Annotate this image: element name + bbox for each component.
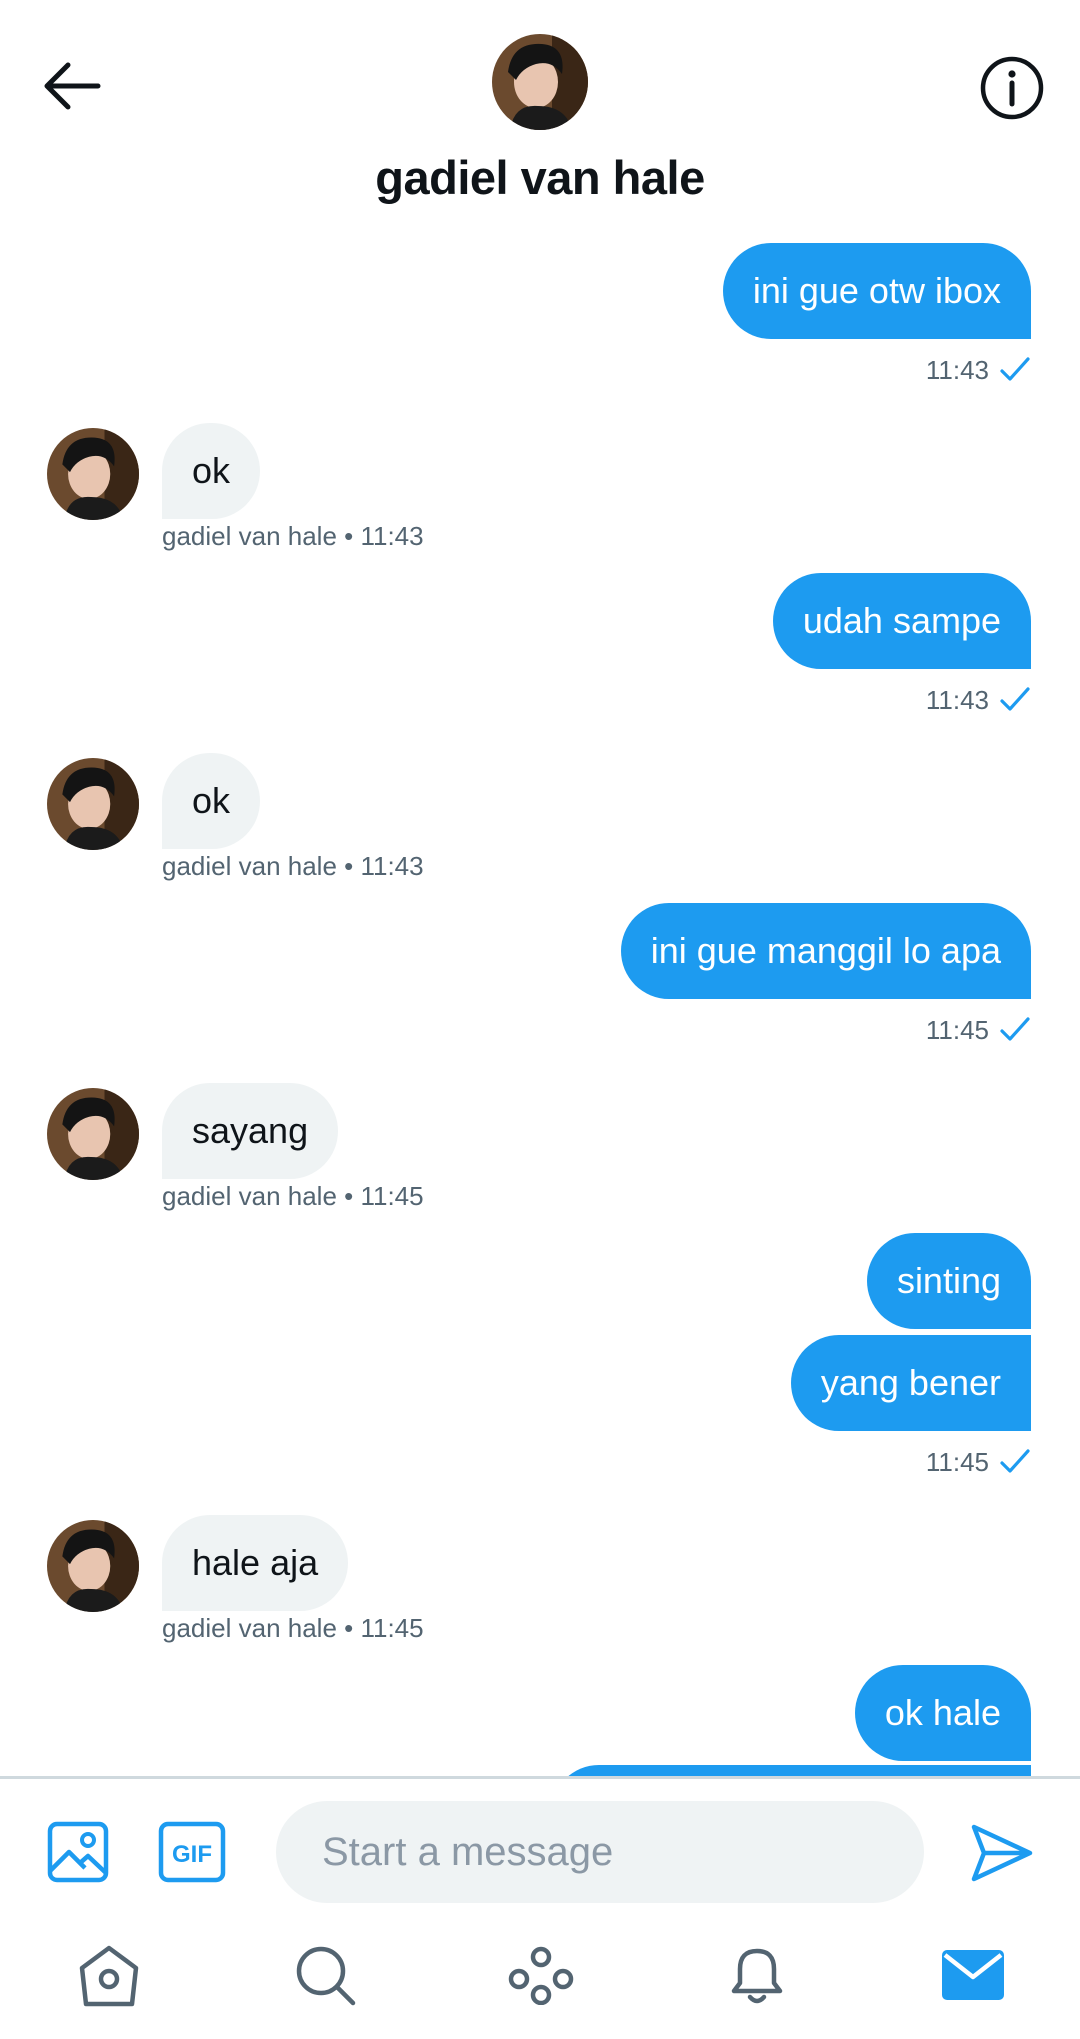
avatar-image [47, 758, 139, 850]
message-bubble-incoming[interactable]: ok [162, 753, 261, 849]
message-composer: GIF [0, 1776, 1080, 1910]
nav-messages[interactable] [928, 1930, 1018, 2020]
nav-home[interactable] [64, 1930, 154, 2020]
nav-notifications[interactable] [712, 1930, 802, 2020]
gif-icon: GIF [158, 1821, 226, 1883]
info-icon [980, 56, 1044, 120]
check-icon [1000, 357, 1030, 381]
media-button[interactable] [45, 1819, 111, 1885]
check-icon [1000, 1017, 1030, 1041]
svg-text:GIF: GIF [172, 1841, 212, 1868]
message-list[interactable]: ini gue otw ibox 11:43 ok gadiel van hal… [0, 230, 1080, 1778]
check-icon [1000, 687, 1030, 711]
message-meta: gadiel van hale • 11:43 [162, 851, 424, 881]
avatar-image [47, 1088, 139, 1180]
gif-button[interactable]: GIF [158, 1821, 226, 1883]
nav-spaces[interactable] [496, 1930, 586, 2020]
message-bubble-outgoing[interactable]: yang bener [790, 1335, 1031, 1431]
home-icon [79, 1945, 139, 2007]
message-meta: 11:45 [926, 1012, 1031, 1048]
search-icon [296, 1946, 356, 2006]
message-bubble-outgoing[interactable]: udah sampe [772, 573, 1031, 669]
arrow-left-icon [44, 62, 101, 110]
message-bubble-outgoing[interactable]: ini gue otw ibox [722, 243, 1031, 339]
send-button[interactable] [968, 1819, 1036, 1887]
message-meta: gadiel van hale • 11:43 [162, 521, 424, 551]
message-time: 11:45 [925, 1446, 989, 1477]
message-meta: 11:43 [926, 682, 1031, 718]
contact-avatar[interactable] [492, 34, 588, 130]
avatar[interactable] [47, 1520, 139, 1612]
message-bubble-outgoing[interactable]: sinting [866, 1233, 1031, 1329]
page-title: gadiel van hale [375, 151, 705, 204]
avatar[interactable] [47, 1088, 139, 1180]
bottom-nav [0, 1910, 1080, 2039]
message-time: 11:43 [925, 354, 989, 385]
avatar-image [47, 428, 139, 520]
message-meta: 11:45 [926, 1444, 1031, 1480]
info-button[interactable] [976, 52, 1048, 124]
avatar[interactable] [47, 758, 139, 850]
message-bubble-outgoing[interactable]: ini gue manggil lo apa [620, 903, 1031, 999]
check-icon [1000, 1449, 1030, 1473]
message-time: 11:43 [925, 684, 989, 715]
message-meta: gadiel van hale • 11:45 [162, 1181, 424, 1211]
notifications-icon [731, 1948, 783, 2004]
message-meta: gadiel van hale • 11:45 [162, 1613, 424, 1643]
avatar-image [47, 1520, 139, 1612]
send-icon [971, 1824, 1033, 1882]
message-bubble-incoming[interactable]: sayang [162, 1083, 339, 1179]
messages-icon [942, 1950, 1004, 2000]
message-bubble-incoming[interactable]: hale aja [162, 1515, 349, 1611]
nav-search[interactable] [280, 1930, 370, 2020]
back-button[interactable] [38, 56, 106, 116]
image-icon [47, 1821, 109, 1883]
spaces-icon [508, 1946, 574, 2005]
message-bubble-incoming[interactable]: ok [162, 423, 261, 519]
conversation-header: gadiel van hale [0, 0, 1080, 230]
message-time: 11:45 [925, 1014, 989, 1045]
message-meta: 11:43 [926, 352, 1031, 388]
message-input[interactable] [276, 1801, 924, 1903]
message-bubble-outgoing[interactable]: ok hale [854, 1665, 1031, 1761]
avatar-image [492, 34, 588, 130]
avatar[interactable] [47, 428, 139, 520]
